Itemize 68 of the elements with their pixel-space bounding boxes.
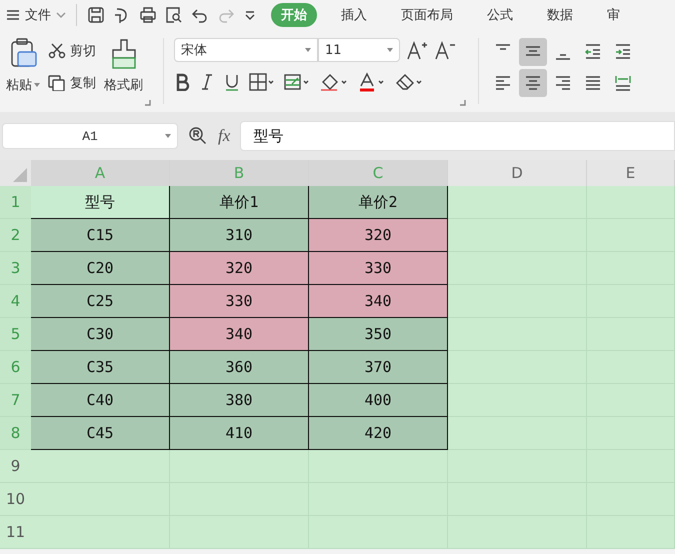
format-painter-button[interactable]: 格式刷 [104, 38, 143, 108]
scissors-icon [48, 43, 66, 59]
function-label[interactable]: fx [218, 126, 230, 146]
decrease-font-icon[interactable] [434, 40, 456, 60]
distributed-icon [613, 73, 633, 93]
formula-field[interactable]: 型号 [240, 121, 675, 151]
dialog-launcher-icon[interactable] [145, 100, 151, 106]
table-cell: 型号 [31, 186, 170, 219]
ribbon-tab[interactable]: 公式 [477, 3, 523, 27]
zoom-icon[interactable] [188, 126, 208, 146]
borders-icon[interactable] [249, 73, 275, 91]
font-size-dropdown[interactable]: 11 [318, 38, 400, 62]
align-center-button[interactable] [519, 69, 547, 97]
copy-icon [48, 75, 66, 91]
print-preview-icon[interactable] [165, 6, 183, 24]
table-cell: 400 [309, 384, 448, 417]
eraser-icon[interactable] [395, 72, 423, 92]
table-cell: 330 [309, 252, 448, 285]
table-cell: 340 [309, 285, 448, 318]
table-cell: 410 [170, 417, 309, 450]
conditional-format-icon[interactable] [284, 73, 310, 91]
ribbon-tab[interactable]: 审 [597, 3, 630, 27]
table-cell: C35 [31, 351, 170, 384]
chevron-icon [56, 11, 66, 19]
table-cell: C25 [31, 285, 170, 318]
italic-icon[interactable] [199, 73, 215, 91]
table-cell: C45 [31, 417, 170, 450]
underline-icon[interactable] [224, 73, 240, 91]
table-cell: C40 [31, 384, 170, 417]
align-top-icon [495, 44, 511, 50]
cut-button[interactable]: 剪切 [48, 38, 96, 64]
column-header[interactable]: E [587, 160, 675, 186]
ribbon-tab[interactable]: 开始 [271, 3, 317, 27]
increase-font-icon[interactable] [406, 40, 428, 60]
paste-button[interactable]: 粘贴 [6, 38, 40, 108]
dialog-launcher-icon[interactable] [460, 100, 466, 106]
font-color-icon[interactable] [358, 72, 386, 92]
align-bottom-icon [555, 54, 571, 60]
table-cell: C20 [31, 252, 170, 285]
table-cell: 350 [309, 318, 448, 351]
print-icon[interactable] [139, 6, 157, 24]
ribbon-tab[interactable]: 数据 [537, 3, 583, 27]
ribbon-tab[interactable]: 页面布局 [391, 3, 463, 27]
column-header[interactable]: D [448, 160, 587, 186]
align-middle-button[interactable] [519, 38, 547, 66]
fill-color-icon[interactable] [319, 72, 349, 92]
bold-icon[interactable] [174, 73, 190, 91]
table-cell: 310 [170, 219, 309, 252]
table-cell: 单价1 [170, 186, 309, 219]
table-cell: 330 [170, 285, 309, 318]
menu-icon [6, 9, 20, 21]
font-name-dropdown[interactable]: 宋体 [174, 38, 318, 62]
table-cell: 360 [170, 351, 309, 384]
table-cell: 370 [309, 351, 448, 384]
table-cell: 320 [309, 219, 448, 252]
save-icon[interactable] [87, 6, 105, 24]
table-cell: 380 [170, 384, 309, 417]
table-cell: 340 [170, 318, 309, 351]
name-box[interactable]: A1 [2, 123, 178, 149]
triangle-icon [13, 168, 27, 182]
table-cell: 单价2 [309, 186, 448, 219]
table-cell: C15 [31, 219, 170, 252]
file-menu[interactable]: 文件 [6, 6, 66, 24]
table-cell: 320 [170, 252, 309, 285]
copy-button[interactable]: 复制 [48, 70, 96, 96]
ribbon-tab[interactable]: 插入 [331, 3, 377, 27]
table-cell: C30 [31, 318, 170, 351]
table-cell: 420 [309, 417, 448, 450]
